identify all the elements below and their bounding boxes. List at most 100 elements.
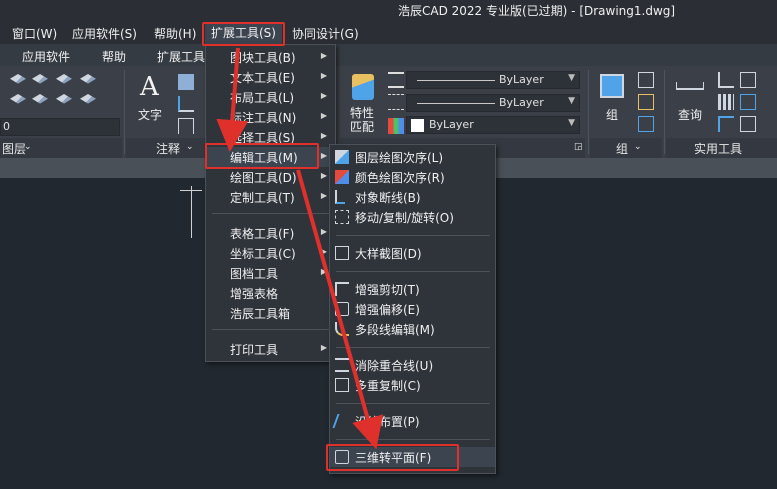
calculator-icon[interactable]	[718, 94, 734, 110]
layer-stack-icon[interactable]	[32, 74, 48, 84]
lineweight-value: ByLayer	[499, 96, 544, 109]
tab-help[interactable]: 帮助	[102, 48, 126, 65]
layer-stack-icon[interactable]	[10, 94, 26, 104]
text-icon[interactable]: A	[140, 72, 159, 102]
window-title: 浩辰CAD 2022 专业版(已过期) - [Drawing1.dwg]	[398, 4, 676, 18]
menu-apps[interactable]: 应用软件(S)	[72, 25, 137, 42]
chevron-right-icon: ▶	[320, 71, 327, 80]
group-label[interactable]: 组	[606, 106, 618, 123]
menu-item-enhanced-offset[interactable]: 增强偏移(E)	[330, 299, 495, 319]
menu-item-along-line-layout[interactable]: 沿线布置(P)	[330, 411, 495, 431]
menu-item-block-tools[interactable]: 图块工具(B) ▶	[206, 47, 335, 67]
tab-apps[interactable]: 应用软件	[22, 48, 70, 65]
color-dropdown[interactable]: ByLayer ▼	[406, 116, 580, 134]
layer-stack-icon[interactable]	[56, 74, 72, 84]
utility-panel-footer[interactable]: 实用工具	[666, 138, 777, 158]
menu-item-draw-tools[interactable]: 绘图工具(D) ▶	[206, 167, 335, 187]
menu-item-custom-tools[interactable]: 定制工具(T) ▶	[206, 187, 335, 207]
menu-separator	[336, 439, 490, 440]
layer-stack-icon[interactable]	[56, 94, 72, 104]
menu-collab-design[interactable]: 协同设计(G)	[292, 25, 359, 42]
layer-panel-footer[interactable]: 图层 ⌄	[0, 138, 122, 158]
trim-icon	[335, 282, 349, 296]
linetype-dropdown[interactable]: ByLayer ▼	[406, 71, 580, 89]
chevron-down-icon: ▼	[568, 73, 575, 83]
group-icon[interactable]	[600, 74, 624, 98]
chevron-right-icon: ▶	[320, 343, 327, 352]
menu-item-table-tools[interactable]: 表格工具(F) ▶	[206, 223, 335, 243]
menu-item-text-tools[interactable]: 文本工具(E) ▶	[206, 67, 335, 87]
ribbon-tab-bar: 应用软件 帮助 扩展工具	[0, 44, 777, 66]
menu-item-drawing-file-tools[interactable]: 图档工具 ▶	[206, 263, 335, 283]
lineweight-dropdown[interactable]: ByLayer ▼	[406, 94, 580, 112]
panel-divider	[664, 70, 665, 154]
menu-separator	[336, 403, 490, 404]
color-palette-icon	[388, 118, 404, 134]
query-label[interactable]: 查询	[678, 106, 702, 123]
layer-stack-icon[interactable]	[80, 94, 96, 104]
color-order-icon	[335, 170, 349, 184]
detail-capture-icon	[335, 246, 349, 260]
extension-tools-menu: 图块工具(B) ▶ 文本工具(E) ▶ 布局工具(L) ▶ 标注工具(N) ▶ 选择工具…	[205, 44, 336, 362]
polyline-edit-icon	[335, 322, 349, 336]
chevron-down-icon: ⌄	[24, 142, 32, 152]
utility-panel: 查询 实用工具	[666, 66, 777, 158]
dimension-icon[interactable]	[178, 118, 194, 134]
menu-item-remove-overlap[interactable]: 消除重合线(U)	[330, 355, 495, 375]
select-icon[interactable]	[740, 94, 756, 110]
menu-item-gstarcad-toolbox[interactable]: 浩辰工具箱	[206, 303, 335, 323]
menu-item-color-draw-order[interactable]: 颜色绘图次序(R)	[330, 167, 495, 187]
match-properties-label[interactable]: 特性 匹配	[350, 106, 374, 134]
leader-icon[interactable]	[178, 96, 194, 112]
layer-panel: 0 图层 ⌄	[0, 66, 122, 158]
linetype-value: ByLayer	[499, 73, 544, 86]
move-copy-rotate-icon	[335, 210, 349, 224]
text-label[interactable]: 文字	[138, 106, 162, 123]
lineweight-icon	[388, 72, 404, 88]
match-properties-icon[interactable]	[352, 74, 374, 100]
menu-item-detail-capture[interactable]: 大样截图(D)	[330, 243, 495, 263]
color-value: ByLayer	[429, 118, 474, 131]
tab-extension-tools[interactable]: 扩展工具	[157, 48, 205, 65]
annotation-footer-label: 注释	[156, 142, 181, 156]
point-icon[interactable]	[740, 116, 756, 132]
color-swatch	[411, 119, 424, 132]
layer-stack-icon[interactable]	[32, 94, 48, 104]
layer-footer-label: 图层	[2, 142, 27, 156]
menu-item-layout-tools[interactable]: 布局工具(L) ▶	[206, 87, 335, 107]
menu-item-enhanced-trim[interactable]: 增强剪切(T)	[330, 279, 495, 299]
menu-item-layer-draw-order[interactable]: 图层绘图次序(L)	[330, 147, 495, 167]
table-icon[interactable]	[178, 74, 194, 90]
layer-stack-icon[interactable]	[80, 74, 96, 84]
menu-item-enhanced-table[interactable]: 增强表格	[206, 283, 335, 303]
crosshair-cursor	[180, 190, 202, 191]
chevron-right-icon: ▶	[320, 267, 327, 276]
ucs-icon[interactable]	[718, 116, 734, 132]
group-select-icon[interactable]	[638, 116, 654, 132]
annotation-panel-footer[interactable]: 注释 ⌄	[126, 138, 206, 158]
menu-item-object-break[interactable]: 对象断线(B)	[330, 187, 495, 207]
title-bar: 浩辰CAD 2022 专业版(已过期) - [Drawing1.dwg]	[0, 0, 777, 22]
angle-icon[interactable]	[718, 72, 734, 88]
group-edit-icon[interactable]	[638, 94, 654, 110]
copy-icon[interactable]	[740, 72, 756, 88]
measure-icon[interactable]	[676, 82, 704, 90]
panel-launcher-icon[interactable]: ◲	[574, 142, 583, 152]
menu-item-dimension-tools[interactable]: 标注工具(N) ▶	[206, 107, 335, 127]
layer-dropdown[interactable]: 0	[0, 118, 120, 136]
layer-stack-icon[interactable]	[10, 74, 26, 84]
highlight-box-3d-to-plane	[326, 444, 459, 471]
menu-window[interactable]: 窗口(W)	[12, 25, 57, 42]
menu-item-multi-copy[interactable]: 多重复制(C)	[330, 375, 495, 395]
group-panel-footer[interactable]: 组 ⌄	[590, 138, 662, 158]
ungroup-icon[interactable]	[638, 72, 654, 88]
menu-item-polyline-edit[interactable]: 多段线编辑(M)	[330, 319, 495, 339]
break-line-icon	[335, 190, 345, 204]
menu-item-move-copy-rotate[interactable]: 移动/复制/旋转(O)	[330, 207, 495, 227]
menu-help[interactable]: 帮助(H)	[154, 25, 196, 42]
menu-item-coordinate-tools[interactable]: 坐标工具(C) ▶	[206, 243, 335, 263]
group-footer-label: 组	[616, 142, 629, 156]
menu-item-print-tools[interactable]: 打印工具 ▶	[206, 339, 335, 359]
crosshair-cursor	[191, 186, 192, 238]
menu-separator	[212, 213, 330, 214]
